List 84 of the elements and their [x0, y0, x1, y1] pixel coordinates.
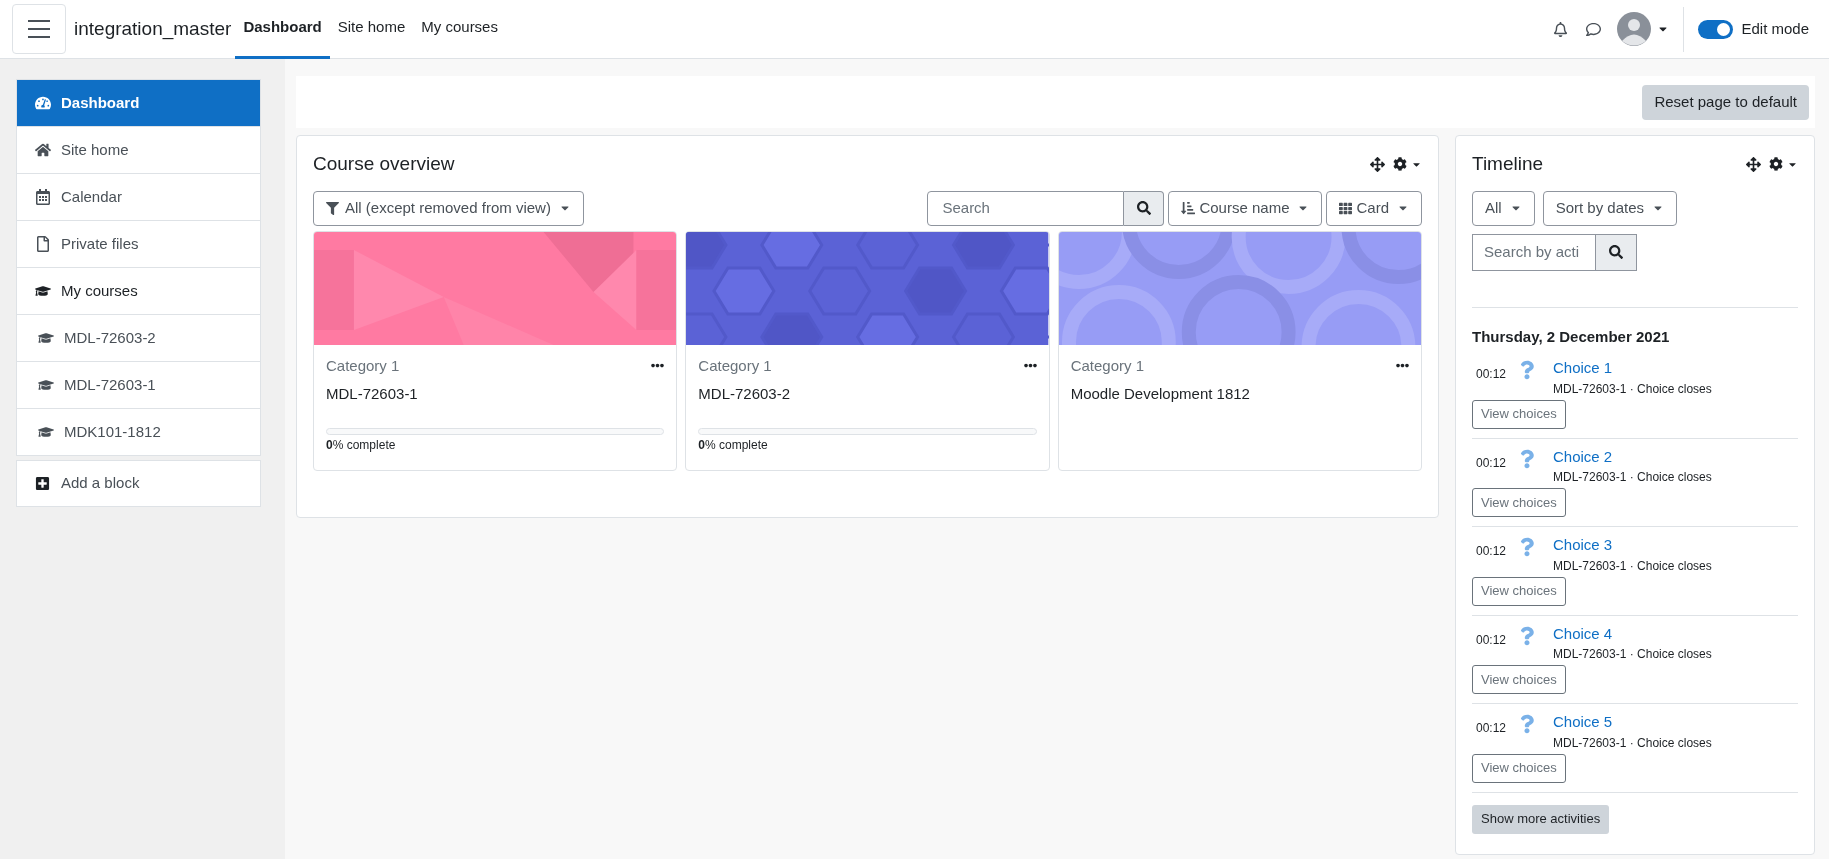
question-icon	[1520, 536, 1534, 558]
course-name[interactable]: MDL-72603-1	[326, 383, 665, 406]
question-icon	[1520, 447, 1534, 470]
nav-tab[interactable]: Site home	[329, 0, 414, 59]
edit-mode-toggle[interactable]	[1698, 19, 1734, 39]
sort-icon	[1181, 201, 1196, 215]
view-choices-button[interactable]: View choices	[1472, 665, 1566, 694]
course-name[interactable]: Moodle Development 1812	[1070, 383, 1409, 406]
course-category: Category 1	[698, 355, 772, 376]
add-block-button[interactable]: Add a block	[16, 460, 261, 507]
home-icon	[35, 142, 51, 158]
sidebar-item[interactable]: MDL-72603-1	[17, 362, 260, 409]
plus-icon	[35, 476, 50, 491]
event-details: MDL-72603-1 · Choice closes	[1553, 557, 1712, 575]
progress-text: 0% complete	[698, 436, 769, 454]
view-dropdown[interactable]: Card	[1326, 190, 1422, 226]
course-card[interactable]: Category 1 Moodle Development 1812	[1057, 230, 1422, 471]
event-time: 00:12	[1476, 720, 1508, 737]
question-icon	[1520, 624, 1534, 647]
menu-button[interactable]	[12, 4, 66, 54]
chat-icon[interactable]	[1586, 21, 1602, 37]
event-link[interactable]: Choice 1	[1553, 357, 1712, 380]
event-link[interactable]: Choice 3	[1553, 534, 1712, 557]
event-details: MDL-72603-1 · Choice closes	[1553, 469, 1712, 486]
filter-dropdown[interactable]: All	[1472, 190, 1535, 226]
graduation-cap-icon	[38, 330, 54, 346]
event-details: MDL-72603-1 · Choice closes	[1553, 646, 1712, 663]
filter-dropdown[interactable]: All (except removed from view)	[313, 190, 584, 226]
grid-icon	[1339, 201, 1353, 215]
filter-icon	[326, 201, 339, 215]
event-time: 00:12	[1476, 631, 1508, 649]
file-icon	[35, 236, 51, 252]
course-card[interactable]: Category 1 MDL-72603-1 0% complete	[313, 230, 678, 471]
gear-menu-icon[interactable]	[1769, 157, 1798, 172]
sidebar-item[interactable]: MDK101-1812	[17, 409, 260, 456]
sort-dropdown[interactable]: Course name	[1168, 190, 1323, 226]
search-field[interactable]: Search	[927, 190, 1125, 226]
progress-text: 0% complete	[326, 436, 397, 454]
view-choices-button[interactable]: View choices	[1472, 399, 1566, 429]
search-field[interactable]: Search by acti	[1472, 233, 1596, 271]
reset-page-button[interactable]: Reset page to default	[1642, 84, 1809, 120]
event-link[interactable]: Choice 4	[1553, 622, 1712, 645]
search-icon[interactable]	[1124, 190, 1165, 226]
graduation-cap-icon	[38, 377, 54, 393]
graduation-cap-icon	[35, 283, 51, 299]
move-icon[interactable]	[1746, 156, 1761, 172]
move-icon[interactable]	[1370, 156, 1385, 172]
calendar-icon	[35, 189, 51, 205]
sort-dropdown[interactable]: Sort by dates	[1542, 190, 1678, 226]
event-details: MDL-72603-1 · Choice closes	[1553, 380, 1712, 398]
sidebar-item[interactable]: Private files	[17, 221, 260, 268]
course-card[interactable]: Category 1 MDL-72603-2 0% complete	[685, 230, 1050, 471]
event-time: 00:12	[1476, 543, 1508, 560]
view-choices-button[interactable]: View choices	[1472, 753, 1566, 783]
nav-tab[interactable]: My courses	[413, 0, 506, 59]
avatar[interactable]	[1617, 12, 1652, 46]
question-icon	[1520, 359, 1534, 381]
view-choices-button[interactable]: View choices	[1472, 576, 1566, 606]
event-link[interactable]: Choice 2	[1553, 445, 1712, 468]
view-choices-button[interactable]: View choices	[1472, 488, 1566, 517]
course-category: Category 1	[1070, 355, 1145, 376]
sidebar-item[interactable]: Site home	[17, 127, 260, 174]
date-heading: Thursday, 2 December 2021	[1472, 326, 1671, 347]
edit-mode-label: Edit mode	[1741, 18, 1809, 39]
event-time: 00:12	[1476, 366, 1508, 383]
site-name: integration_master	[74, 16, 232, 42]
graduation-cap-icon	[38, 424, 54, 440]
event-details: MDL-72603-1 · Choice closes	[1553, 734, 1712, 752]
show-more-button[interactable]: Show more activities	[1472, 804, 1610, 834]
block-title: Course overview	[313, 152, 455, 176]
course-category: Category 1	[326, 355, 400, 376]
sidebar-item[interactable]: My courses	[17, 268, 260, 315]
course-name[interactable]: MDL-72603-2	[698, 383, 1037, 406]
notification-bell-icon[interactable]	[1553, 21, 1569, 37]
sidebar-item[interactable]: Calendar	[17, 174, 260, 221]
question-icon	[1520, 713, 1534, 735]
block-title: Timeline	[1472, 152, 1544, 176]
dashboard-icon	[35, 95, 51, 111]
sidebar-item[interactable]: Dashboard	[17, 80, 260, 127]
search-icon[interactable]	[1596, 233, 1637, 271]
event-link[interactable]: Choice 5	[1553, 711, 1712, 734]
gear-menu-icon[interactable]	[1393, 157, 1422, 172]
event-time: 00:12	[1476, 454, 1508, 472]
sidebar-item[interactable]: MDL-72603-2	[17, 315, 260, 362]
